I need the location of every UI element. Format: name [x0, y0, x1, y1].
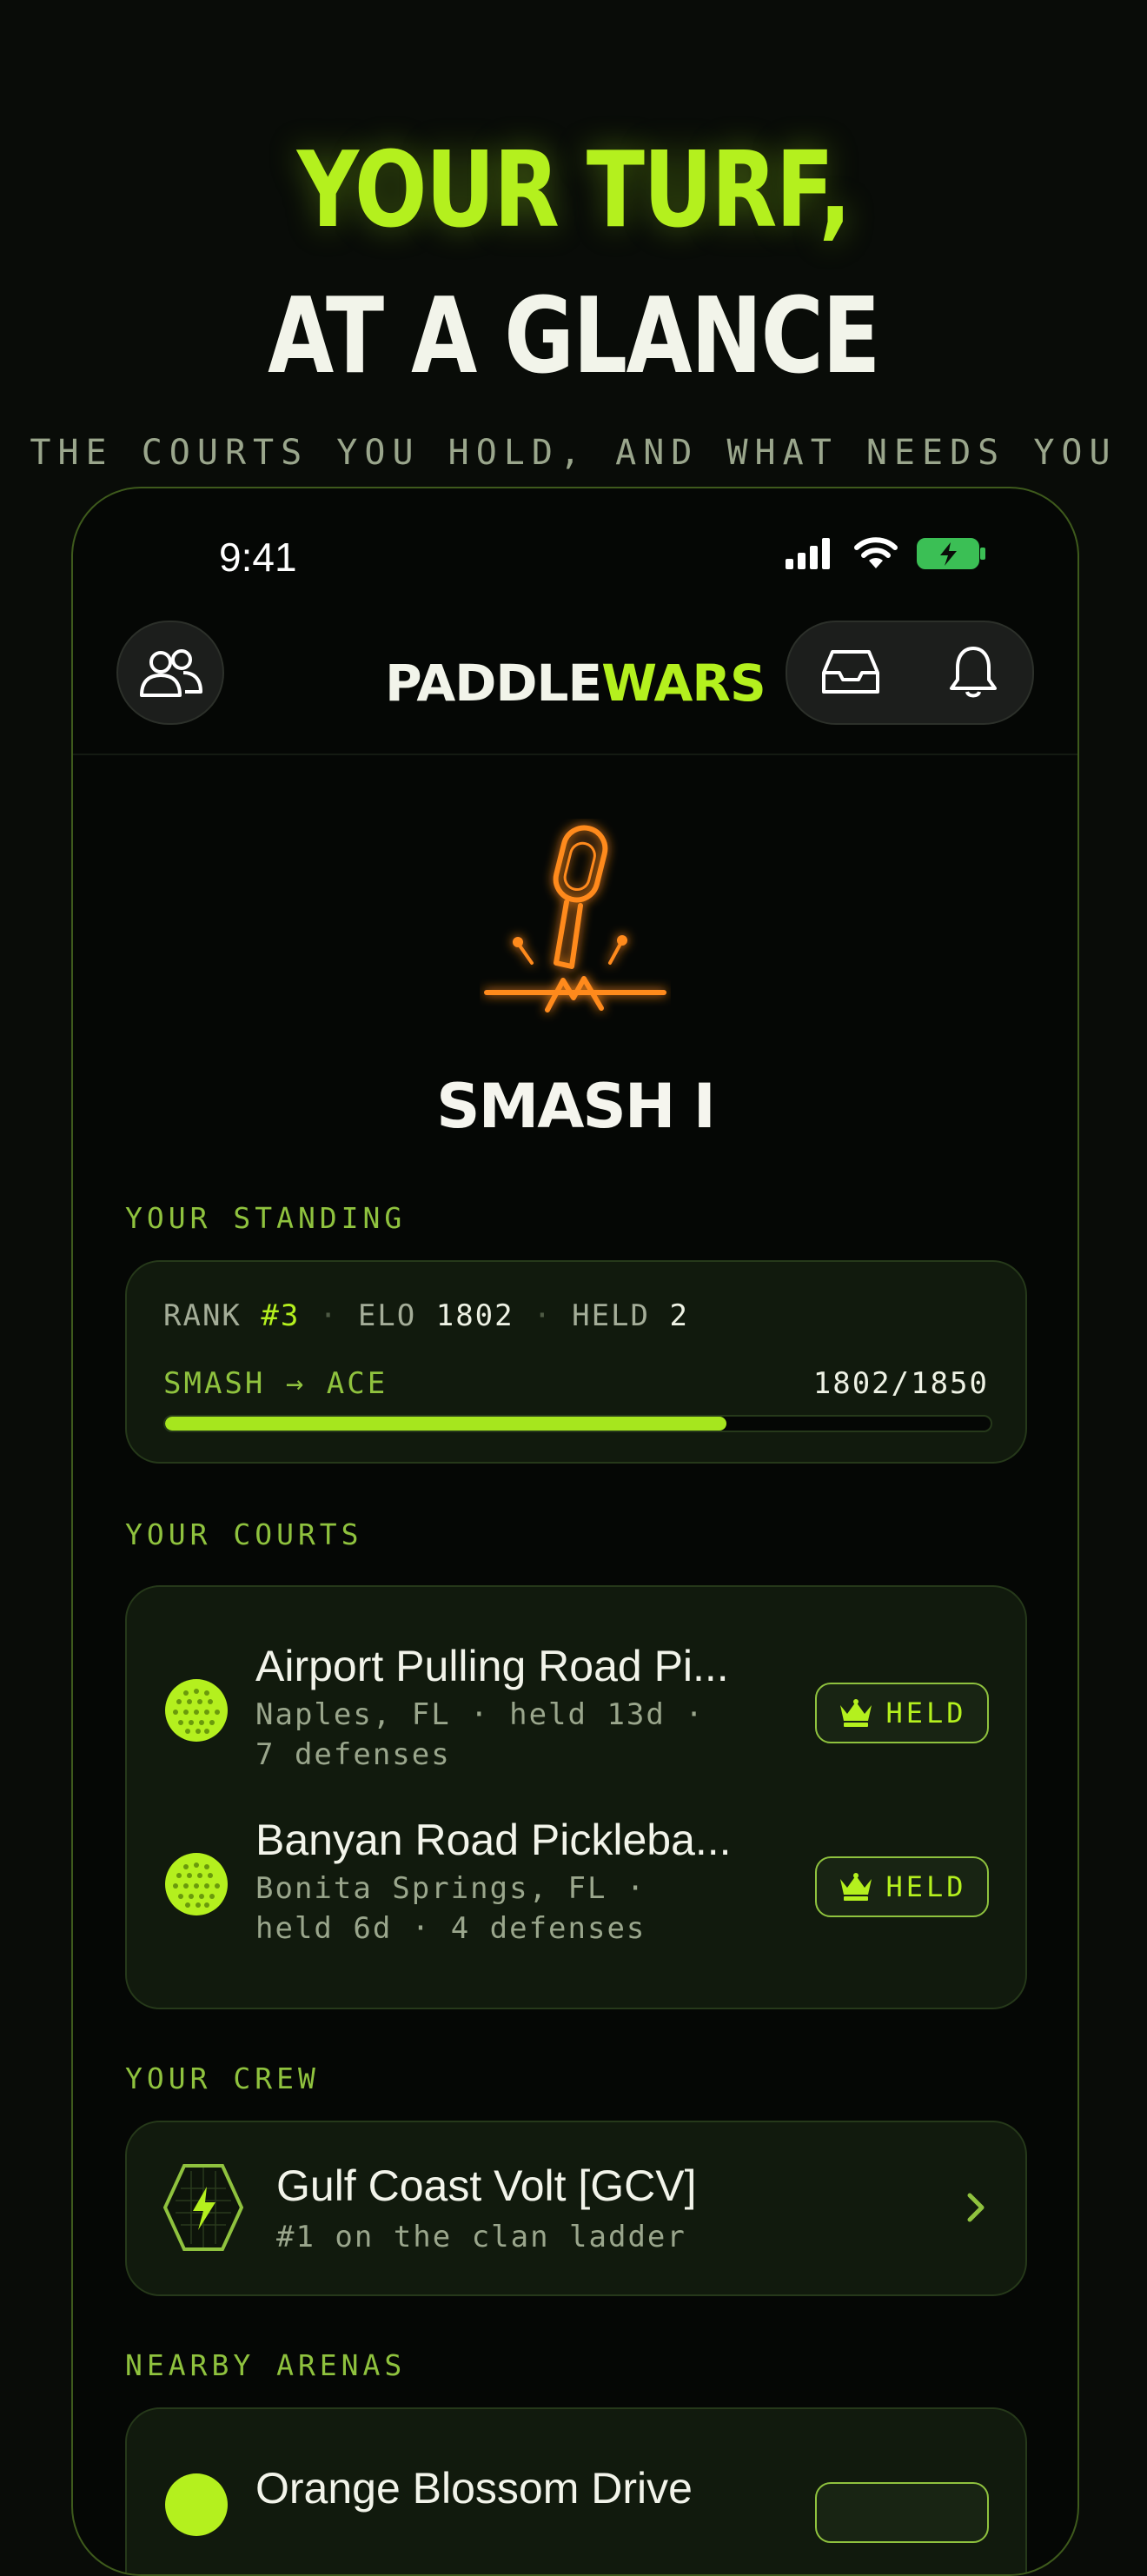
progress-track — [163, 1415, 992, 1432]
chevron-right-icon — [967, 2193, 985, 2222]
headline-line-2: AT A GLANCE — [268, 276, 880, 397]
progress-value: 1802/1850 — [812, 1366, 989, 1401]
pickleball-icon — [165, 1679, 228, 1742]
elo-value: 1802 — [435, 1298, 514, 1333]
bell-icon[interactable] — [947, 645, 999, 700]
nearby-card: Orange Blossom Drive — [125, 2407, 1027, 2574]
clan-emblem-icon — [163, 2164, 243, 2251]
phone-frame: 9:41 PADDLEWARS SMASH I YOUR STANDING RA… — [71, 487, 1079, 2576]
wifi-icon — [854, 537, 898, 568]
battery-charging-icon — [917, 538, 985, 569]
courts-section-label: YOUR COURTS — [125, 1517, 363, 1551]
crew-subtitle: #1 on the clan ladder — [276, 2220, 686, 2254]
court-name: Airport Pulling Road Pi... — [255, 1642, 729, 1690]
court-name[interactable]: Orange Blossom Drive — [255, 2463, 693, 2513]
crew-card[interactable]: Gulf Coast Volt [GCV] #1 on the clan lad… — [125, 2121, 1027, 2296]
rank-value: #3 — [261, 1298, 301, 1333]
pickleball-icon — [165, 1853, 228, 1915]
court-name: Banyan Road Pickleba... — [255, 1816, 732, 1864]
crew-section-label: YOUR CREW — [125, 2061, 320, 2095]
signal-icon — [786, 538, 830, 569]
tagline: THE COURTS YOU HOLD, AND WHAT NEEDS YOU — [30, 433, 1117, 473]
header-actions — [786, 621, 1034, 725]
court-meta: Naples, FL · held 13d · 7 defenses — [255, 1697, 705, 1772]
nearby-section-label: NEARBY ARENAS — [125, 2348, 407, 2382]
status-time: 9:41 — [219, 534, 297, 580]
header-divider — [73, 754, 1077, 755]
arena-badge — [815, 2482, 989, 2543]
status-icons — [786, 537, 987, 570]
crown-icon — [840, 1699, 872, 1727]
held-badge: HELD — [815, 1683, 989, 1743]
progress-fill — [165, 1417, 726, 1431]
standing-card: RANK #3 · ELO 1802 · HELD 2 SMASH → ACE 1802… — [125, 1260, 1027, 1464]
court-meta: Bonita Springs, FL · held 6d · 4 defense… — [255, 1871, 646, 1946]
standing-stats: RANK #3 · ELO 1802 · HELD 2 — [163, 1298, 689, 1333]
pickleball-icon — [165, 2473, 228, 2536]
rank-title: SMASH I — [436, 1071, 716, 1142]
crown-icon — [840, 1873, 872, 1901]
courts-card: Airport Pulling Road Pi... Naples, FL · … — [125, 1585, 1027, 2009]
inbox-icon[interactable] — [820, 648, 881, 697]
paddle-smash-icon — [484, 825, 666, 1012]
headline-line-1: YOUR TURF, — [296, 130, 852, 251]
progress-label: SMASH → ACE — [163, 1366, 388, 1401]
held-badge: HELD — [815, 1856, 989, 1917]
crew-name: Gulf Coast Volt [GCV] — [276, 2161, 697, 2210]
standing-section-label: YOUR STANDING — [125, 1201, 407, 1235]
held-value: 2 — [669, 1298, 689, 1333]
